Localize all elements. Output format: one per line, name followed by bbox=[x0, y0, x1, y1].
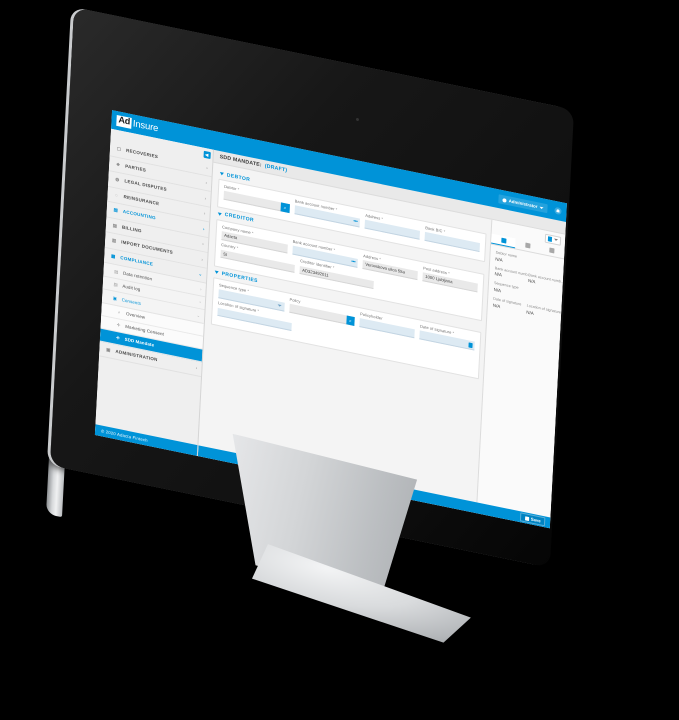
panel-view-selector[interactable] bbox=[544, 233, 562, 246]
logo-insure-text: Insure bbox=[132, 117, 159, 134]
columns-icon bbox=[547, 235, 553, 242]
more-options-icon[interactable]: ••• bbox=[351, 259, 355, 266]
sidebar-subitem-label: Consents bbox=[121, 296, 142, 306]
chevron-down-icon bbox=[553, 238, 559, 242]
document-icon: ▥ bbox=[111, 237, 117, 244]
field-debtor: Debtor * ⌕ bbox=[223, 184, 290, 213]
screenshot-stage: Ad Insure Administrator ◀ ▢ RECOVERIES ›… bbox=[0, 0, 679, 720]
chevron-icon: › bbox=[204, 195, 207, 201]
invoice-icon: ▤ bbox=[112, 222, 118, 229]
sidebar-item-label: PARTIES bbox=[125, 163, 147, 173]
input-value-company-name: Adacta bbox=[224, 233, 238, 241]
triangle-down-icon bbox=[219, 172, 224, 176]
sidebar-subitem-label: Data retention bbox=[122, 270, 153, 281]
folder-icon: ▤ bbox=[113, 281, 118, 288]
plus-icon: ✛ bbox=[116, 321, 121, 328]
user-name-label: Administrator bbox=[508, 198, 538, 209]
panel-field-bank-account-numb: Bank account numb... N/A bbox=[528, 273, 564, 290]
sidebar-collapse-button[interactable]: ◀ bbox=[202, 150, 211, 159]
more-options-icon[interactable]: ••• bbox=[353, 218, 357, 225]
triangle-down-icon bbox=[214, 270, 219, 275]
grid-icon bbox=[525, 242, 531, 249]
field-bank-bic: Bank BIC * bbox=[424, 225, 481, 252]
briefcase-icon: ▢ bbox=[116, 146, 122, 153]
logo-ad-mark: Ad bbox=[116, 115, 133, 129]
chevron-icon: ⌄ bbox=[198, 271, 203, 277]
save-button-label: Save bbox=[530, 516, 541, 524]
sidebar-item-label: RECOVERIES bbox=[125, 148, 159, 160]
search-icon[interactable]: ⌕ bbox=[345, 315, 355, 326]
notifications-icon[interactable] bbox=[554, 206, 562, 216]
search-icon[interactable]: ⌕ bbox=[280, 202, 290, 213]
calculator-icon: ▤ bbox=[113, 207, 119, 214]
search-icon: ⌕ bbox=[117, 309, 121, 315]
refresh-icon: ◌ bbox=[115, 192, 119, 198]
chevron-down-icon bbox=[539, 206, 544, 209]
shield-icon: ▦ bbox=[110, 253, 116, 260]
sidebar-item-label: ADMINISTRATION bbox=[115, 348, 158, 363]
webcam-icon bbox=[355, 117, 360, 122]
chevron-icon: › bbox=[203, 210, 206, 216]
panel-field-bank-account-numb: Bank account numb... N/A bbox=[494, 266, 530, 283]
panel-field-list: Debtor name N/A Bank account numb... N/A Ban… bbox=[488, 244, 564, 325]
calendar-icon[interactable] bbox=[467, 342, 473, 348]
folder-icon: ▤ bbox=[114, 268, 119, 275]
field-address: Address * bbox=[364, 213, 421, 240]
sidebar-item-label: ACCOUNTING bbox=[122, 209, 156, 221]
sidebar-item-label: BILLING bbox=[121, 224, 142, 234]
user-icon bbox=[502, 197, 507, 203]
chevron-icon: › bbox=[206, 164, 209, 171]
chevron-icon: › bbox=[203, 225, 205, 232]
sidebar-scroll-area[interactable]: ▢ RECOVERIES › ❖ PARTIES › ◍ LEGAL DISPUTES › ◌ RE… bbox=[95, 129, 213, 445]
chevron-icon: › bbox=[200, 286, 202, 292]
sidebar-leaf-label: Overview bbox=[125, 310, 146, 320]
settings-icon: ▣ bbox=[106, 346, 111, 353]
panel-field-location-of-signature: Location of signature N/A bbox=[526, 303, 561, 320]
imac-monitor: Ad Insure Administrator ◀ ▢ RECOVERIES ›… bbox=[0, 0, 679, 720]
sidebar-subitem-label: Audit log bbox=[122, 283, 141, 293]
triangle-down-icon bbox=[217, 212, 222, 217]
chevron-icon: › bbox=[201, 256, 204, 262]
gavel-icon: ◍ bbox=[115, 176, 120, 183]
plus-icon: ✛ bbox=[115, 334, 120, 341]
document-icon bbox=[549, 247, 555, 254]
chevron-down-icon[interactable] bbox=[277, 304, 282, 308]
chevron-icon: ⌄ bbox=[196, 312, 201, 318]
sidebar-item-label: REINSURANCE bbox=[123, 193, 160, 207]
status-badge: (DRAFT) bbox=[264, 162, 288, 174]
field-bank-account-number: Bank account number * ••• bbox=[294, 199, 361, 228]
consent-icon: ▣ bbox=[112, 294, 118, 301]
sidebar-navigation: ◀ ▢ RECOVERIES › ❖ PARTIES › ◍ LEGAL DISPUTES › ◌… bbox=[94, 128, 215, 457]
people-icon: ❖ bbox=[115, 161, 121, 168]
sidebar-item-label: COMPLIANCE bbox=[120, 255, 154, 267]
save-icon bbox=[524, 515, 529, 521]
panel-field-date-of-signature: Date of signature N/A bbox=[493, 297, 523, 314]
chevron-icon: › bbox=[199, 299, 202, 305]
info-side-panel: Debtor name N/A Bank account numb... N/A Ban… bbox=[476, 219, 566, 518]
chevron-icon: › bbox=[205, 180, 208, 186]
chevron-icon: › bbox=[195, 365, 198, 371]
list-icon bbox=[500, 237, 507, 244]
input-value-country: SI bbox=[223, 250, 228, 257]
chevron-icon: › bbox=[202, 241, 205, 247]
